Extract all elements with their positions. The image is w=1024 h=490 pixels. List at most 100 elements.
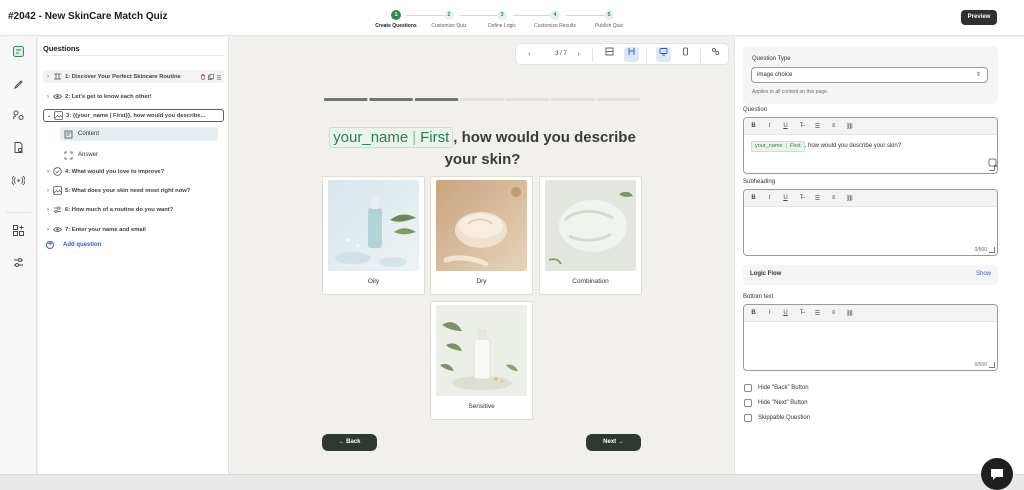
link-icon[interactable]: ⛓: [846, 195, 854, 202]
chevron-right-icon[interactable]: ›: [43, 227, 53, 233]
chevron-right-icon[interactable]: ›: [43, 169, 53, 175]
text-color-icon[interactable]: T̶: [798, 195, 805, 201]
underline-icon[interactable]: U: [782, 195, 789, 201]
branch-icon[interactable]: [624, 47, 639, 62]
question-item-7[interactable]: › 7: Enter your name and email: [43, 223, 224, 236]
trash-icon[interactable]: [200, 73, 206, 80]
apps-icon[interactable]: [12, 224, 25, 237]
ordered-list-icon[interactable]: ≡: [830, 123, 837, 129]
text-color-icon[interactable]: T̶: [798, 123, 805, 129]
question-text: , how would you describe your skin?: [804, 143, 902, 149]
text-color-icon[interactable]: T̶: [798, 310, 805, 316]
ordered-list-icon[interactable]: ≡: [830, 310, 837, 316]
hide-back-checkbox[interactable]: Hide "Back" Button: [744, 384, 809, 392]
underline-icon[interactable]: U: [782, 310, 789, 316]
back-button[interactable]: ← Back: [322, 434, 377, 451]
next-button[interactable]: Next →: [586, 434, 641, 451]
chevron-right-icon[interactable]: ›: [43, 74, 53, 80]
chevron-down-icon[interactable]: ⌄: [44, 112, 54, 119]
ordered-list-icon[interactable]: ≡: [830, 195, 837, 201]
resize-handle-icon[interactable]: [989, 247, 995, 253]
mobile-icon[interactable]: [678, 47, 693, 62]
add-question-button[interactable]: + Add question: [46, 241, 101, 249]
preview-button[interactable]: Preview: [961, 10, 997, 25]
question-editor[interactable]: B I U T̶ ☰ ≡ ⛓ your_name | First, how woul…: [743, 117, 998, 174]
add-question-label: Add question: [63, 242, 102, 248]
layout-icon[interactable]: [602, 47, 617, 62]
chevron-right-icon[interactable]: ›: [571, 47, 586, 62]
document-icon[interactable]: [12, 141, 25, 154]
choice-card-combination[interactable]: Combination: [539, 176, 642, 295]
duplicate-icon[interactable]: [208, 73, 214, 80]
italic-icon[interactable]: I: [766, 123, 773, 129]
question-label: 7: Enter your name and email: [65, 226, 146, 233]
step-publish-quiz[interactable]: 5 Publish Quiz: [579, 10, 639, 29]
step-customize-results[interactable]: 4 Customize Results: [525, 10, 585, 29]
desktop-icon[interactable]: [656, 47, 671, 62]
hide-next-checkbox[interactable]: Hide "Next" Button: [744, 399, 808, 407]
step-create-questions[interactable]: 1 Create Questions: [366, 10, 426, 29]
brush-icon[interactable]: [12, 78, 25, 91]
checkbox-label: Skippable Question: [758, 415, 811, 421]
editor-toolbar: B I U T̶ ☰ ≡ ⛓: [744, 190, 997, 207]
logic-flow-row[interactable]: Logic Flow Show: [743, 265, 998, 285]
users-icon[interactable]: [708, 47, 723, 62]
progress-segment: [414, 98, 459, 101]
question-item-6[interactable]: › 6: How much of a routine do you want?: [43, 203, 224, 216]
bold-icon[interactable]: B: [750, 310, 757, 316]
sub-item-content[interactable]: Content: [60, 127, 218, 141]
question-item-5[interactable]: › 5: What does your skin need most right…: [43, 184, 224, 197]
question-item-3[interactable]: ⌄ 3: {{your_name | First}}, how would yo…: [43, 109, 224, 122]
italic-icon[interactable]: I: [766, 310, 773, 316]
resize-handle-icon[interactable]: [989, 362, 995, 368]
question-item-4[interactable]: › 4: What would you love to improve?: [43, 165, 224, 178]
bottom-text-editor[interactable]: B I U T̶ ☰ ≡ ⛓ 0/500: [743, 304, 998, 371]
chevron-right-icon[interactable]: ›: [43, 94, 53, 100]
token-name: your_name: [333, 129, 409, 146]
subheading-editor[interactable]: B I U T̶ ☰ ≡ ⛓ 0/500: [743, 189, 998, 256]
bullet-list-icon[interactable]: ☰: [814, 123, 821, 130]
question-item-2[interactable]: › 2: Let's get to know each other!: [43, 90, 224, 103]
choice-label: Sensitive: [468, 403, 495, 410]
logic-flow-toggle[interactable]: Show: [976, 271, 991, 277]
drag-handle-icon[interactable]: [216, 74, 222, 80]
bullet-list-icon[interactable]: ☰: [814, 310, 821, 317]
skippable-checkbox[interactable]: Skippable Question: [744, 414, 810, 422]
step-label: Create Questions: [375, 23, 417, 29]
personalization-chip[interactable]: your_name | First: [751, 141, 805, 152]
chat-bubble-button[interactable]: [981, 458, 1013, 490]
sliders-icon[interactable]: [12, 256, 25, 269]
choice-card-oily[interactable]: Oily: [322, 176, 425, 295]
checkbox-box[interactable]: [744, 399, 752, 407]
choice-card-dry[interactable]: Dry: [430, 176, 533, 295]
link-icon[interactable]: ⛓: [846, 310, 854, 317]
insert-variable-icon[interactable]: [988, 158, 998, 168]
chevron-right-icon[interactable]: ›: [43, 207, 53, 213]
step-number: 2: [444, 10, 454, 20]
question-item-1[interactable]: › 1: Discover Your Perfect Skincare Rout…: [43, 70, 224, 83]
personalization-token[interactable]: your_name | First: [329, 127, 454, 148]
users-icon[interactable]: [12, 109, 25, 122]
question-content[interactable]: your_name | First, how would you describe …: [751, 141, 901, 152]
italic-icon[interactable]: I: [766, 195, 773, 201]
underline-icon[interactable]: U: [782, 123, 789, 129]
bold-icon[interactable]: B: [750, 195, 757, 201]
bold-icon[interactable]: B: [750, 123, 757, 129]
broadcast-icon[interactable]: [11, 174, 26, 187]
chip-name: your_name: [755, 143, 783, 149]
checkbox-box[interactable]: [744, 414, 752, 422]
heading-text: , how would you describe your skin?: [444, 129, 636, 168]
link-icon[interactable]: ⛓: [846, 123, 854, 130]
progress-segment: [551, 98, 595, 101]
chevron-right-icon[interactable]: ›: [43, 188, 53, 194]
sub-item-answer[interactable]: Answer: [60, 148, 218, 162]
question-type-select[interactable]: image choice ⇕: [751, 67, 988, 83]
bullet-list-icon[interactable]: ☰: [814, 195, 821, 202]
choice-card-sensitive[interactable]: Sensitive: [430, 301, 533, 420]
sensitive-bottle-image: [436, 305, 527, 396]
chevron-left-icon[interactable]: ‹: [522, 47, 537, 62]
checkbox-box[interactable]: [744, 384, 752, 392]
step-customize-quiz[interactable]: 2 Customize Quiz: [419, 10, 479, 29]
step-define-logic[interactable]: 3 Define Logic: [472, 10, 532, 29]
questions-icon[interactable]: [12, 45, 25, 58]
